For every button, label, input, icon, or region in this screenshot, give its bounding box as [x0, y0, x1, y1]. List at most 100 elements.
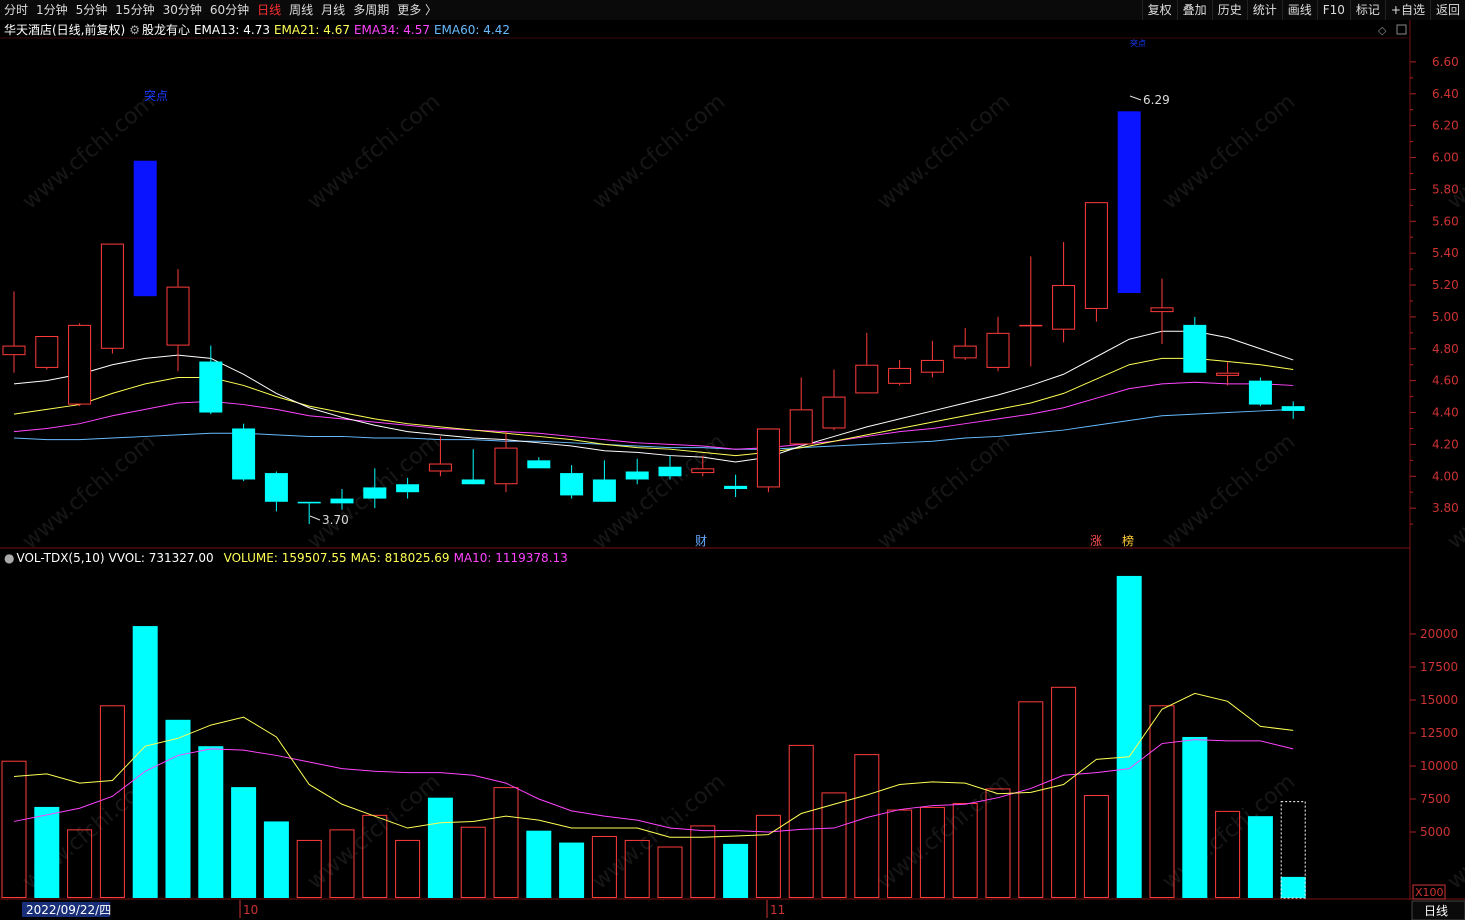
candle-body — [1183, 324, 1207, 373]
candle-body — [35, 336, 59, 368]
candle — [1117, 111, 1141, 293]
candle-body — [527, 460, 551, 469]
vol-tick-label: 15000 — [1420, 693, 1458, 707]
indicator-gear-icon[interactable]: ⚙ — [129, 21, 140, 39]
event-finance-marker[interactable]: 财 — [695, 534, 707, 548]
candle-body — [297, 501, 321, 504]
volume-legend: ● VOL-TDX(5,10) VVOL: 731327.00 VOLUME: … — [4, 549, 572, 567]
price-tick-label: 4.00 — [1432, 469, 1459, 483]
volume-bar — [1280, 876, 1306, 898]
volume-bar — [263, 821, 289, 898]
volume-value: VOLUME: 159507.55 — [223, 551, 347, 565]
volume-unit: X100 — [1415, 886, 1444, 899]
candle-body — [953, 345, 977, 359]
vol-indicator-name[interactable]: VOL-TDX(5,10) — [16, 549, 104, 567]
candle-body — [789, 409, 813, 445]
candle — [133, 160, 157, 297]
candle-body — [428, 463, 452, 472]
price-tick-label: 5.40 — [1432, 246, 1459, 260]
candle-body — [199, 361, 223, 413]
candle — [100, 243, 124, 354]
breakout-marker-left: 突点 — [144, 88, 168, 103]
candle-body — [658, 466, 682, 477]
candle — [1084, 202, 1108, 322]
axis-month-oct: 10 — [243, 903, 258, 917]
stock-chart[interactable]: www.cfchi.com www.cfchi.com www.cfchi.com w… — [0, 0, 1465, 920]
candle-body — [592, 479, 616, 502]
event-rise-marker[interactable]: 涨 — [1090, 533, 1102, 548]
price-tick-label: 4.80 — [1432, 342, 1459, 356]
candle-body — [1216, 372, 1240, 376]
candle-body — [1019, 324, 1043, 327]
price-tick-label: 6.60 — [1432, 55, 1459, 69]
price-tick-label: 4.60 — [1432, 374, 1459, 388]
candle-body — [68, 324, 92, 405]
price-tick-label: 5.00 — [1432, 310, 1459, 324]
candle-body — [1150, 307, 1174, 313]
vol-tick-label: 17500 — [1420, 660, 1458, 674]
candle-body — [1117, 111, 1141, 293]
candle-body — [1248, 380, 1272, 405]
axis-month-nov: 11 — [770, 903, 785, 917]
candle — [756, 428, 780, 493]
diamond-icon[interactable]: ◇ — [1378, 24, 1387, 37]
vol-tick-label: 7500 — [1420, 792, 1451, 806]
candle — [68, 323, 92, 407]
candle-body — [625, 471, 649, 480]
volume-bar — [132, 626, 158, 898]
vvol-value: VVOL: 731327.00 — [108, 551, 214, 565]
candle-body — [461, 479, 485, 485]
candle-body — [691, 468, 715, 474]
vol-tick-label: 5000 — [1420, 825, 1451, 839]
indicator-name[interactable]: 股龙有心 — [142, 21, 190, 39]
candle-body — [133, 160, 157, 297]
price-tick-label: 5.60 — [1432, 214, 1459, 228]
candle-body — [494, 447, 518, 485]
volume-bar — [526, 830, 552, 898]
candle-body — [1084, 202, 1108, 309]
candle-body — [560, 473, 584, 496]
ema60-value: EMA60: 4.42 — [433, 23, 510, 37]
candle-body — [724, 485, 748, 490]
ema21-value: EMA21: 4.67 — [273, 23, 350, 37]
price-tick-label: 6.00 — [1432, 151, 1459, 165]
volume-bar — [559, 842, 585, 898]
vol-circle-icon[interactable]: ● — [4, 549, 14, 567]
candle-body — [1052, 285, 1076, 330]
candle-body — [986, 332, 1010, 368]
breakout-marker-right: 突点 — [1130, 38, 1146, 48]
stock-title: 华天酒店(日线,前复权) — [4, 23, 126, 37]
ema13-value: EMA13: 4.73 — [193, 23, 270, 37]
price-tick-label: 5.80 — [1432, 182, 1459, 196]
event-list-marker[interactable]: 榜 — [1122, 533, 1134, 548]
price-tick-label: 5.20 — [1432, 278, 1459, 292]
price-tick-label: 6.20 — [1432, 119, 1459, 133]
candle-body — [822, 396, 846, 429]
volume-bar — [198, 746, 224, 898]
candle-body — [855, 364, 879, 394]
candle-body — [264, 473, 288, 502]
crosshair-date: 2022/09/22/四 — [26, 903, 111, 917]
volume-bar — [427, 797, 453, 898]
candle — [35, 336, 59, 370]
volume-bar — [34, 806, 60, 898]
ma10-value: MA10: 1119378.13 — [453, 551, 568, 565]
vol-tick-label: 20000 — [1420, 627, 1458, 641]
candle-body — [396, 484, 420, 493]
price-legend: 华天酒店(日线,前复权) ⚙ 股龙有心 EMA13: 4.73 EMA21: 4… — [4, 21, 514, 39]
candle-body — [232, 428, 256, 480]
ma5-value: MA5: 818025.69 — [350, 551, 450, 565]
volume-bar — [723, 843, 749, 898]
candle-body — [330, 498, 354, 504]
ema34-value: EMA34: 4.57 — [353, 23, 430, 37]
volume-bar — [1116, 575, 1142, 898]
low-price-label: 3.70 — [322, 513, 349, 527]
candle-body — [888, 367, 912, 384]
candle-body — [920, 359, 944, 373]
candle-body — [363, 487, 387, 499]
volume-bar — [1182, 736, 1208, 898]
high-price-label: 6.29 — [1143, 93, 1170, 107]
volume-bar — [165, 719, 191, 898]
volume-bar — [1247, 816, 1273, 898]
candle-body — [1281, 406, 1305, 411]
